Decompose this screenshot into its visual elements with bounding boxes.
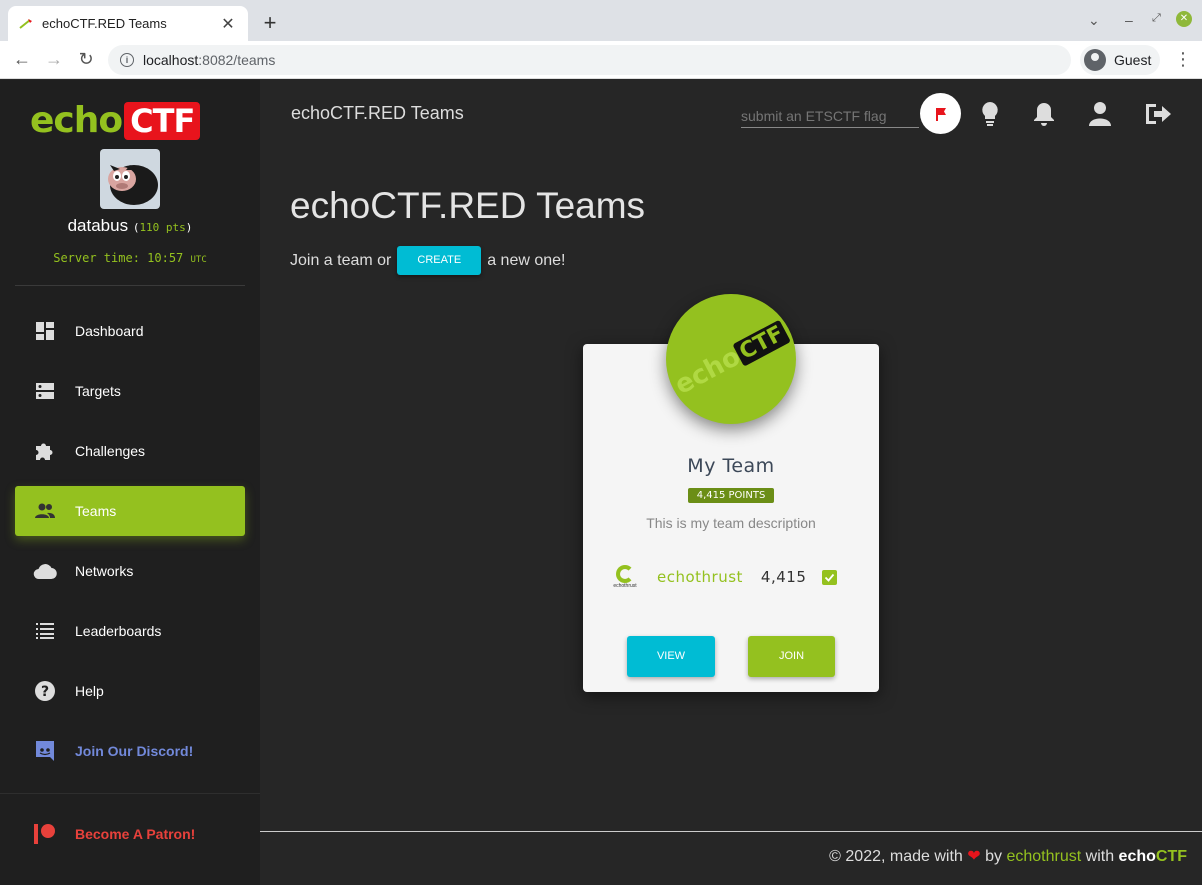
sidebar-item-label: Help <box>75 683 104 699</box>
sidebar-item-label: Challenges <box>75 443 146 459</box>
browser-tab[interactable]: echoCTF.RED Teams ✕ <box>8 6 248 41</box>
team-description: This is my team description <box>646 515 816 531</box>
patron-label: Become A Patron! <box>75 826 196 842</box>
patreon-icon <box>33 822 57 846</box>
sidebar-item-targets[interactable]: Targets <box>15 366 245 416</box>
member-avatar: echothrust <box>608 562 642 592</box>
address-bar[interactable]: i localhost:8082/teams <box>108 45 1071 75</box>
user-points: (110 pts) <box>132 221 193 234</box>
flag-icon <box>935 107 946 121</box>
dashboard-icon <box>33 319 57 343</box>
join-or-create-line: Join a team or CREATE a new one! <box>290 246 565 275</box>
user-avatar[interactable] <box>100 149 160 209</box>
sidebar-item-dashboard[interactable]: Dashboard <box>15 306 245 356</box>
close-tab-icon[interactable]: ✕ <box>218 14 238 34</box>
svg-text:?: ? <box>41 684 49 700</box>
flag-input[interactable] <box>741 98 919 128</box>
join-prefix: Join a team or <box>290 251 392 269</box>
footer-brand-link[interactable]: echoCTF <box>1119 848 1187 865</box>
sidebar-item-challenges[interactable]: Challenges <box>15 426 245 476</box>
page-title: echoCTF.RED Teams <box>290 185 646 226</box>
minimize-icon[interactable]: – <box>1125 12 1133 28</box>
help-icon: ? <box>33 679 57 703</box>
sidebar-item-label: Join Our Discord! <box>75 743 194 759</box>
view-team-button[interactable]: VIEW <box>627 636 715 677</box>
team-name: My Team <box>687 455 775 477</box>
user-profile-icon[interactable] <box>1086 100 1114 128</box>
notifications-bell-icon[interactable] <box>1030 100 1058 128</box>
guest-avatar-icon <box>1084 49 1106 71</box>
sidebar: echo CTF databus (110 pts) Server time: 1… <box>0 80 260 885</box>
join-team-button[interactable]: JOIN <box>748 636 835 677</box>
puzzle-icon <box>33 439 57 463</box>
server-time: Server time: 10:57 UTC <box>53 251 207 265</box>
username[interactable]: databus <box>68 216 129 235</box>
sidebar-divider <box>15 285 245 286</box>
team-points-badge: 4,415 POINTS <box>688 488 774 503</box>
tab-title: echoCTF.RED Teams <box>42 16 167 31</box>
browser-tab-bar: echoCTF.RED Teams ✕ + ⌄ – ⤢ ✕ <box>0 0 1202 41</box>
sidebar-item-label: Leaderboards <box>75 623 162 639</box>
sidebar-item-help[interactable]: ? Help <box>15 666 245 716</box>
profile-button[interactable]: Guest <box>1080 45 1160 75</box>
footer: © 2022, made with ❤ by echothrust with e… <box>829 848 1187 865</box>
echoctf-logo[interactable]: echo CTF <box>30 100 201 141</box>
url-path: :8082/teams <box>198 52 276 68</box>
member-score: 4,415 <box>760 568 807 586</box>
profile-label: Guest <box>1114 52 1152 68</box>
list-icon <box>33 619 57 643</box>
member-name[interactable]: echothrust <box>657 568 743 586</box>
discord-icon <box>33 739 57 763</box>
sidebar-item-label: Teams <box>75 503 117 519</box>
team-member-row: echothrust echothrust 4,415 <box>608 562 858 592</box>
new-tab-icon[interactable]: + <box>258 10 282 36</box>
team-logo: echo CTF <box>666 294 796 424</box>
browser-toolbar: ← → ↻ i localhost:8082/teams Guest ⋮ <box>0 41 1202 79</box>
back-icon[interactable]: ← <box>10 49 34 70</box>
join-suffix: a new one! <box>487 251 566 269</box>
become-patron-link[interactable]: Become A Patron! <box>15 809 245 859</box>
dns-icon <box>33 379 57 403</box>
url-host: localhost <box>143 52 199 68</box>
sidebar-item-label: Targets <box>75 383 121 399</box>
profile-name: databus (110 pts) <box>0 216 260 236</box>
tab-search-icon[interactable]: ⌄ <box>1088 12 1100 29</box>
reload-icon[interactable]: ↻ <box>74 49 98 70</box>
sidebar-item-label: Networks <box>75 563 134 579</box>
sidebar-divider <box>0 793 260 794</box>
logout-icon[interactable] <box>1144 100 1172 128</box>
sidebar-item-leaderboards[interactable]: Leaderboards <box>15 606 245 656</box>
restore-icon[interactable]: ⤢ <box>1152 12 1161 25</box>
submit-flag-button[interactable] <box>920 93 961 134</box>
sidebar-item-discord[interactable]: Join Our Discord! <box>15 726 245 776</box>
close-window-icon[interactable]: ✕ <box>1176 11 1192 27</box>
sidebar-item-networks[interactable]: Networks <box>15 546 245 596</box>
footer-author-link[interactable]: echothrust <box>1006 848 1081 865</box>
heart-icon: ❤ <box>967 848 981 865</box>
footer-divider <box>260 831 1202 832</box>
member-approved-check-icon <box>822 569 838 585</box>
header-title: echoCTF.RED Teams <box>291 103 464 123</box>
site-favicon-icon <box>18 16 34 32</box>
site-info-icon[interactable]: i <box>120 53 134 67</box>
sidebar-item-label: Dashboard <box>75 323 144 339</box>
people-icon <box>33 499 57 523</box>
hint-lightbulb-icon[interactable] <box>976 100 1004 128</box>
cloud-icon <box>33 559 57 583</box>
create-team-button[interactable]: CREATE <box>397 246 482 275</box>
browser-menu-icon[interactable]: ⋮ <box>1174 49 1192 70</box>
forward-icon[interactable]: → <box>42 49 66 70</box>
sidebar-item-teams[interactable]: Teams <box>15 486 245 536</box>
